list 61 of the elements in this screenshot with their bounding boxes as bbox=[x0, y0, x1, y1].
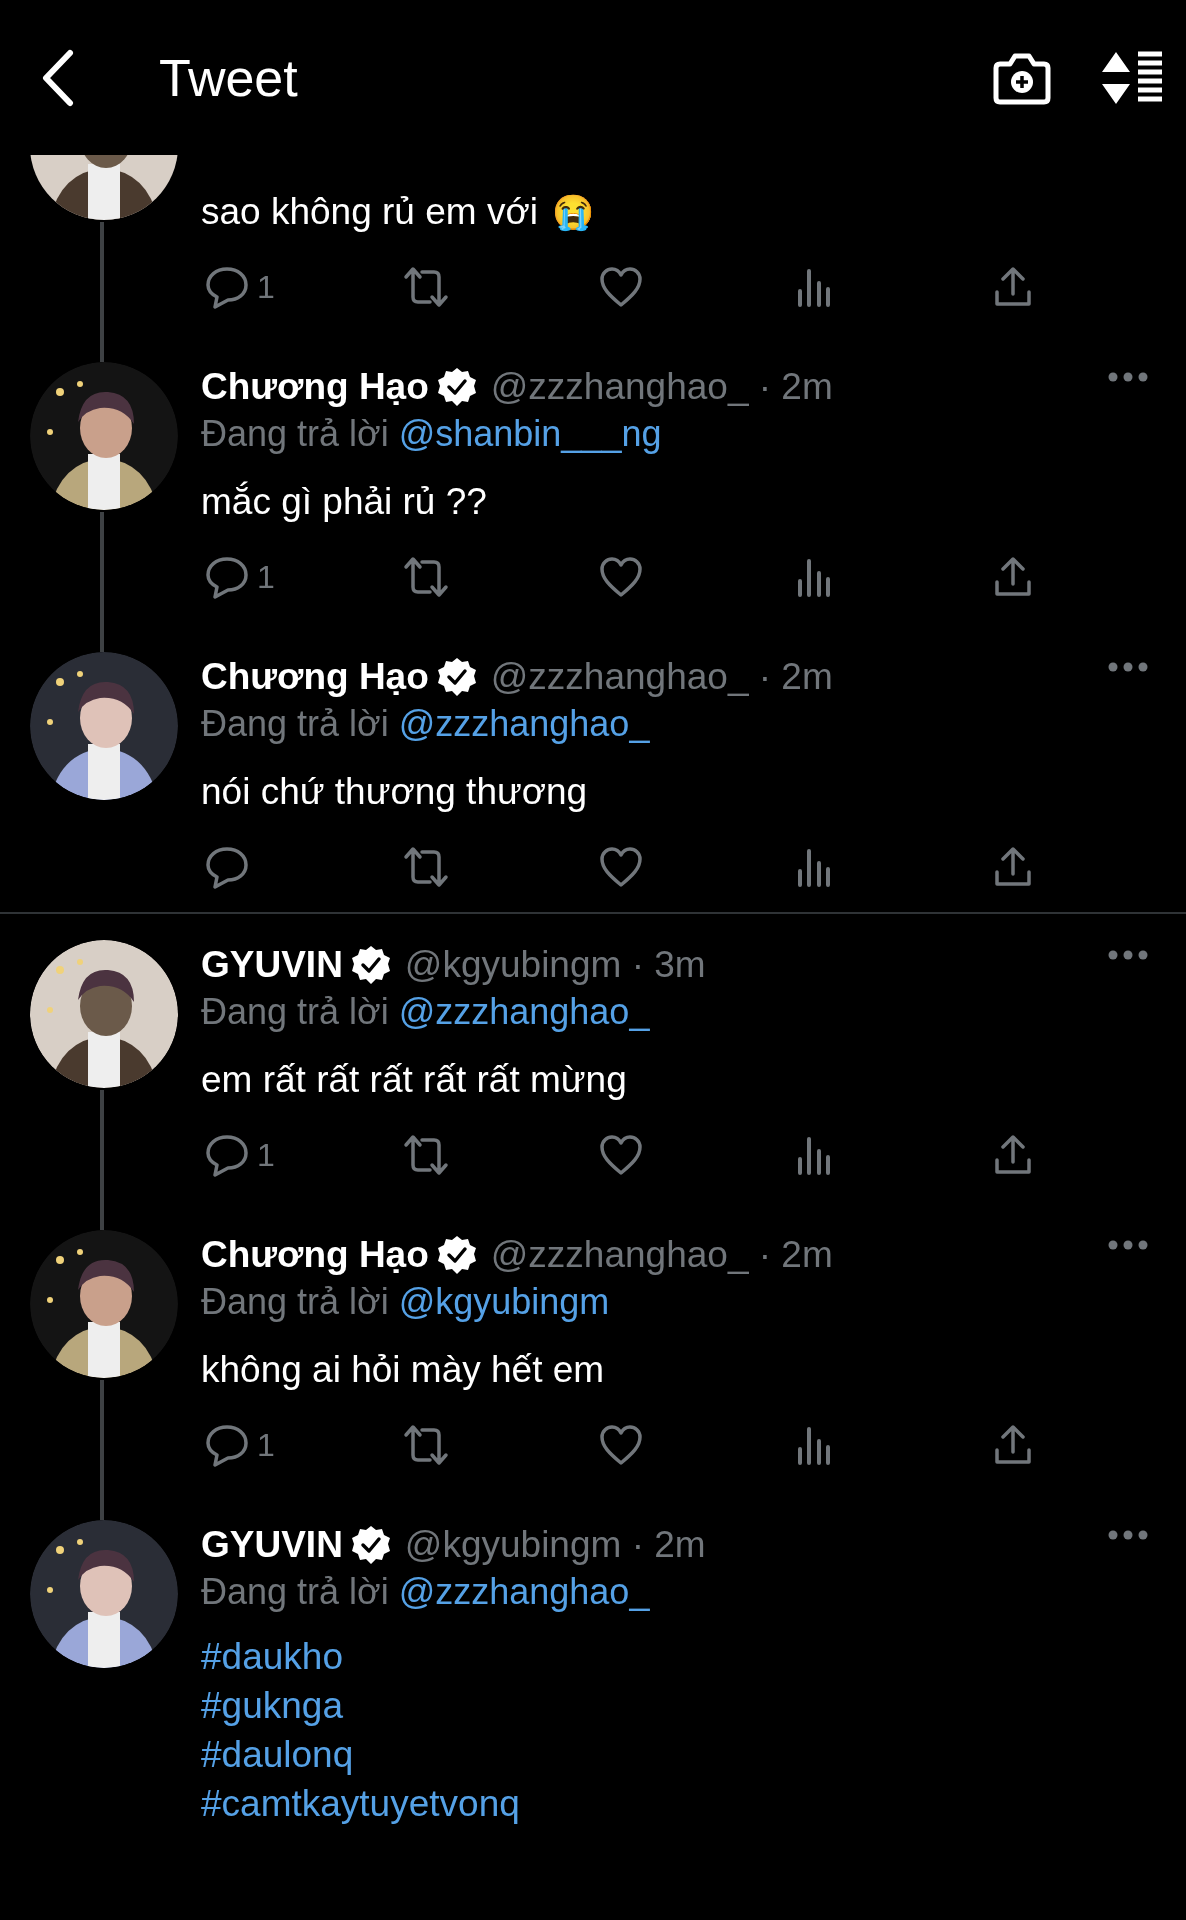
back-button[interactable] bbox=[40, 48, 74, 107]
tweet-text: sao không rủ em với bbox=[201, 190, 538, 234]
more-icon[interactable] bbox=[1108, 1530, 1148, 1540]
reply-count: 1 bbox=[257, 268, 275, 307]
more-icon[interactable] bbox=[1108, 950, 1148, 960]
more-icon[interactable] bbox=[1108, 372, 1148, 382]
user-name: Chương Hạo bbox=[201, 1233, 429, 1278]
user-name: Chương Hạo bbox=[201, 365, 429, 410]
reply-count: 1 bbox=[257, 1426, 275, 1465]
emoji: 😭 bbox=[551, 195, 595, 229]
reply-line: Đang trả lời @kgyubingm bbox=[201, 1280, 611, 1324]
user-handle-time: @kgyubingm · 3m bbox=[404, 943, 706, 988]
tweet-text: nói chứ thương thương bbox=[201, 770, 588, 814]
reply-line: Đang trả lời @zzzhanghao_ bbox=[201, 1570, 651, 1614]
reply-button[interactable] bbox=[205, 555, 249, 599]
like-button[interactable] bbox=[599, 1424, 643, 1466]
reply-line: Đang trả lời @shanbin___ng bbox=[201, 412, 663, 456]
share-button[interactable] bbox=[993, 556, 1033, 598]
user-name: GYUVIN bbox=[201, 1523, 343, 1568]
tweet-text: mắc gì phải rủ ?? bbox=[201, 480, 487, 524]
share-button[interactable] bbox=[993, 1424, 1033, 1466]
user-name: Chương Hạo bbox=[201, 655, 429, 700]
hashtag-link[interactable]: #guknga bbox=[201, 1681, 343, 1730]
hashtag-link[interactable]: #daulonq bbox=[201, 1730, 354, 1779]
tweet-text: em rất rất rất rất rất mừng bbox=[201, 1058, 627, 1102]
reply-button[interactable] bbox=[205, 845, 249, 889]
reply-line: Đang trả lời @zzzhanghao_ bbox=[201, 702, 651, 746]
like-button[interactable] bbox=[599, 1134, 643, 1176]
share-button[interactable] bbox=[993, 846, 1033, 888]
views-button[interactable] bbox=[796, 1425, 832, 1465]
user-handle-time: @zzzhanghao_ · 2m bbox=[490, 655, 833, 700]
tweet-text: không ai hỏi mày hết em bbox=[201, 1348, 605, 1392]
user-handle-time: @kgyubingm · 2m bbox=[404, 1523, 706, 1568]
views-button[interactable] bbox=[796, 1135, 832, 1175]
like-button[interactable] bbox=[599, 556, 643, 598]
retweet-button[interactable] bbox=[402, 845, 450, 889]
retweet-button[interactable] bbox=[402, 265, 450, 309]
reply-button[interactable] bbox=[205, 1423, 249, 1467]
views-button[interactable] bbox=[796, 847, 832, 887]
like-button[interactable] bbox=[599, 846, 643, 888]
retweet-button[interactable] bbox=[402, 1423, 450, 1467]
more-icon[interactable] bbox=[1108, 662, 1148, 672]
more-icon[interactable] bbox=[1108, 1240, 1148, 1250]
views-button[interactable] bbox=[796, 267, 832, 307]
reply-button[interactable] bbox=[205, 265, 249, 309]
user-name: GYUVIN bbox=[201, 943, 343, 988]
hashtag-link[interactable]: #camtkaytuyetvonq bbox=[201, 1779, 520, 1828]
reply-button[interactable] bbox=[205, 1133, 249, 1177]
views-button[interactable] bbox=[796, 557, 832, 597]
retweet-button[interactable] bbox=[402, 555, 450, 599]
hashtag-link[interactable]: #daukho bbox=[201, 1632, 343, 1681]
like-button[interactable] bbox=[599, 266, 643, 308]
user-handle-time: @zzzhanghao_ · 2m bbox=[490, 1233, 833, 1278]
reply-count: 1 bbox=[257, 558, 275, 597]
share-button[interactable] bbox=[993, 266, 1033, 308]
reply-count: 1 bbox=[257, 1136, 275, 1175]
share-button[interactable] bbox=[993, 1134, 1033, 1176]
reply-line: Đang trả lời @zzzhanghao_ bbox=[201, 990, 651, 1034]
page-title: Tweet bbox=[159, 51, 298, 104]
user-handle-time: @zzzhanghao_ · 2m bbox=[490, 365, 833, 410]
retweet-button[interactable] bbox=[402, 1133, 450, 1177]
